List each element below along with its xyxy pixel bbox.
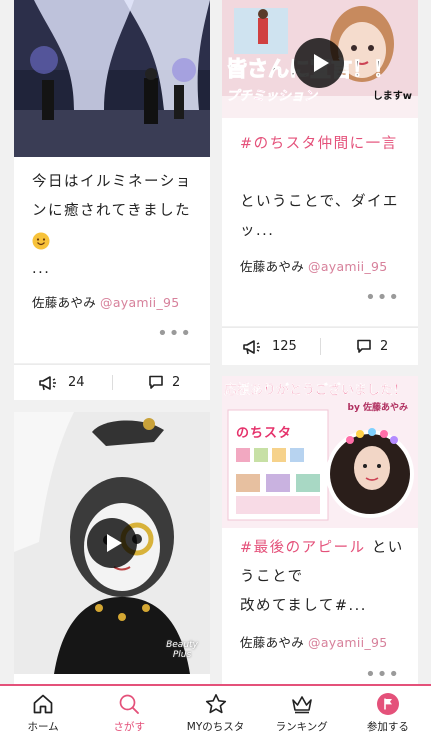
megaphone-icon bbox=[39, 375, 56, 390]
tab-label: さがす bbox=[113, 721, 146, 733]
post-card[interactable]: 今日はイルミネーショ ンに癒されてきました ... 佐藤あやみ @ayamii_9… bbox=[14, 0, 210, 363]
watermark: Beauty Plus bbox=[166, 640, 198, 660]
post-author[interactable]: 佐藤あやみ @ayamii_95 bbox=[32, 292, 180, 311]
hashtag-link[interactable]: #最後のアピール bbox=[240, 540, 366, 556]
tab-ranking[interactable]: ランキング bbox=[259, 686, 345, 736]
tab-my[interactable]: MYのちスタ bbox=[172, 686, 258, 736]
like-count: 24 bbox=[68, 375, 85, 390]
comment-count: 2 bbox=[380, 339, 389, 354]
tab-label: MYのちスタ bbox=[186, 721, 245, 733]
home-icon bbox=[33, 694, 53, 714]
tab-search[interactable]: さがす bbox=[86, 686, 172, 736]
author-name: 佐藤あやみ bbox=[240, 635, 305, 650]
comment-icon bbox=[357, 339, 371, 353]
tab-label: ランキング bbox=[275, 721, 328, 733]
post-card[interactable]: 応援ありがとうございました！ by 佐藤あやみ のちスタ #最後のアピール とい… bbox=[222, 376, 418, 684]
post-author[interactable]: 佐藤あやみ @ayamii_95 bbox=[240, 632, 388, 651]
post-thumbnail[interactable] bbox=[222, 376, 418, 528]
tab-join[interactable]: 参加する bbox=[345, 686, 431, 736]
post-card[interactable]: 皆さんに宣言！！ プチミッション しますw #のちスタ仲間に一言 ということで、… bbox=[222, 0, 418, 326]
tab-label: 参加する bbox=[366, 721, 409, 733]
comment-count: 2 bbox=[172, 375, 181, 390]
tab-label: ホーム bbox=[27, 721, 59, 733]
like-button[interactable]: 24 bbox=[38, 365, 85, 400]
banner-byline: by 佐藤あやみ bbox=[347, 403, 408, 413]
author-handle: @ayamii_95 bbox=[308, 635, 388, 650]
play-icon[interactable] bbox=[87, 518, 137, 568]
post-thumbnail[interactable] bbox=[14, 0, 210, 157]
hashtag-link[interactable]: #のちスタ仲間に一言 bbox=[240, 130, 404, 159]
post-text: 今日はイルミネーショ ンに癒されてきました ... bbox=[32, 168, 196, 284]
flag-icon bbox=[376, 693, 399, 715]
smile-emoji-icon bbox=[32, 226, 196, 255]
like-button[interactable]: 125 bbox=[242, 328, 297, 365]
tab-home[interactable]: ホーム bbox=[0, 686, 86, 736]
search-icon bbox=[119, 694, 140, 714]
crown-icon bbox=[291, 696, 312, 714]
like-count: 125 bbox=[272, 339, 297, 354]
feed: 今日はイルミネーショ ンに癒されてきました ... 佐藤あやみ @ayamii_9… bbox=[0, 0, 431, 684]
banner-logo: のちスタ bbox=[236, 426, 293, 441]
play-icon[interactable] bbox=[294, 38, 344, 88]
more-icon[interactable]: ••• bbox=[157, 323, 192, 344]
author-name: 佐藤あやみ bbox=[240, 259, 305, 274]
comment-button[interactable]: 2 bbox=[148, 365, 180, 400]
bottom-tab-bar: ホーム さがす MYのちスタ ランキング 参加する bbox=[0, 684, 431, 736]
more-icon[interactable]: ••• bbox=[365, 664, 400, 684]
comment-button[interactable]: 2 bbox=[356, 328, 388, 365]
post-actions: 125 2 bbox=[222, 327, 418, 365]
author-handle: @ayamii_95 bbox=[100, 295, 180, 310]
divider bbox=[320, 338, 321, 355]
banner-title: 応援ありがとうございました！ bbox=[224, 383, 407, 398]
author-handle: @ayamii_95 bbox=[308, 259, 388, 274]
star-icon bbox=[205, 694, 226, 714]
post-card[interactable]: Beauty Plus bbox=[14, 412, 210, 684]
comment-icon bbox=[149, 375, 163, 389]
post-author[interactable]: 佐藤あやみ @ayamii_95 bbox=[240, 256, 388, 275]
more-icon[interactable]: ••• bbox=[365, 287, 400, 308]
post-actions: 24 2 bbox=[14, 364, 210, 400]
post-text: #のちスタ仲間に一言 ということで、ダイエ ッ... bbox=[240, 130, 404, 246]
post-text: #最後のアピール とい うことで 改めてまして#... bbox=[240, 540, 404, 614]
author-name: 佐藤あやみ bbox=[32, 295, 97, 310]
megaphone-icon bbox=[243, 339, 260, 354]
divider bbox=[112, 375, 113, 390]
